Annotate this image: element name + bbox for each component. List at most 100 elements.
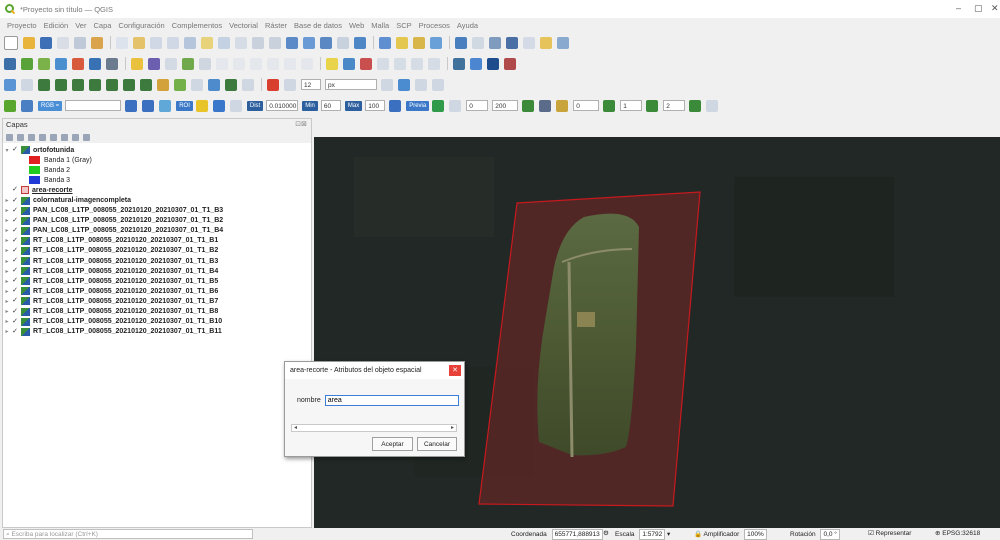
menu-scp[interactable]: SCP — [396, 21, 411, 30]
scroll-left-icon[interactable]: ◂ — [294, 425, 297, 431]
label-show-icon[interactable] — [360, 57, 372, 70]
add-polygon-icon[interactable] — [182, 57, 194, 70]
new-project-icon[interactable] — [4, 35, 18, 50]
georef-icon[interactable] — [398, 78, 410, 91]
label-pin-icon[interactable] — [343, 57, 355, 70]
scp-remove-temp-icon[interactable] — [522, 99, 535, 112]
layer-visibility-checkbox[interactable]: ✓ — [11, 217, 19, 225]
diagram-icon[interactable] — [428, 57, 440, 70]
select-by-value-icon[interactable] — [430, 36, 442, 49]
add-part-icon[interactable] — [106, 78, 118, 91]
temporal-controller-icon[interactable] — [337, 36, 349, 49]
scp-local-cumulative-icon[interactable] — [142, 99, 155, 112]
layer-visibility-checkbox[interactable]: ✓ — [11, 297, 19, 305]
scp-add-roi-icon[interactable] — [212, 99, 225, 112]
scp-tool-icon[interactable] — [504, 57, 516, 70]
label-rotate-icon[interactable] — [394, 57, 406, 70]
zoom-native-icon[interactable] — [235, 36, 247, 49]
zoom-layer-icon[interactable] — [218, 36, 230, 49]
scp-next-band-icon[interactable] — [603, 99, 616, 112]
layer-row[interactable]: ▸ ✓ RT_LC08_L1TP_008055_20210120_20210307_… — [3, 236, 311, 246]
menu-base-de-datos[interactable]: Base de datos — [294, 21, 342, 30]
topology-icon[interactable] — [55, 78, 67, 91]
refresh-icon[interactable] — [354, 36, 366, 49]
add-virtual-layer-icon[interactable] — [106, 57, 118, 70]
layer-visibility-checkbox[interactable]: ✓ — [11, 186, 19, 194]
menu-vectorial[interactable]: Vectorial — [229, 21, 258, 30]
deselect-icon[interactable] — [413, 36, 425, 49]
minimize-button[interactable]: – — [956, 3, 961, 13]
add-raster-layer-icon[interactable] — [38, 57, 50, 70]
statistics-icon[interactable] — [506, 36, 518, 49]
scp-dock-icon[interactable] — [487, 57, 499, 70]
menu-ayuda[interactable]: Ayuda — [457, 21, 478, 30]
geo-link-icon[interactable] — [381, 78, 393, 91]
delete-ring-icon[interactable] — [140, 78, 152, 91]
add-delimited-text-icon[interactable] — [72, 57, 84, 70]
label-toolbar-icon[interactable] — [326, 57, 338, 70]
paste-features-icon[interactable] — [267, 57, 279, 70]
annotation-icon[interactable] — [540, 36, 552, 49]
expand-arrow-icon[interactable]: ▸ — [3, 288, 11, 295]
delete-selected-icon[interactable] — [216, 57, 228, 70]
crs-icon[interactable]: ⊕ — [935, 530, 940, 537]
add-group-icon[interactable] — [17, 133, 24, 141]
close-button[interactable]: ✕ — [991, 3, 999, 14]
scp-next-band3-icon[interactable] — [689, 99, 702, 112]
menu-web[interactable]: Web — [349, 21, 364, 30]
digitize-advanced-icon[interactable] — [4, 78, 16, 91]
expand-arrow-icon[interactable]: ▸ — [3, 247, 11, 254]
scp-next-band2-icon[interactable] — [646, 99, 659, 112]
layer-row[interactable]: ▸ ✓ RT_LC08_L1TP_008055_20210120_20210307_… — [3, 317, 311, 327]
show-bookmarks-icon[interactable] — [320, 36, 332, 49]
fill-ring-icon[interactable] — [123, 78, 135, 91]
menu-capa[interactable]: Capa — [93, 21, 111, 30]
data-source-manager-icon[interactable] — [4, 57, 16, 70]
new-map-view-icon[interactable] — [286, 36, 298, 49]
field-calculator-icon[interactable] — [489, 36, 501, 49]
collapse-arrow-icon[interactable]: ▾ — [3, 147, 11, 154]
layer-row[interactable]: ▸ ✓ RT_LC08_L1TP_008055_20210120_20210307_… — [3, 246, 311, 256]
menu-configuracion[interactable]: Configuración — [118, 21, 164, 30]
map-tips-icon[interactable] — [523, 36, 535, 49]
menu-procesos[interactable]: Procesos — [419, 21, 450, 30]
measure-icon[interactable] — [455, 36, 467, 49]
layer-visibility-checkbox[interactable]: ✓ — [11, 227, 19, 235]
zoom-out-icon[interactable] — [167, 36, 179, 49]
layer-visibility-checkbox[interactable]: ✓ — [11, 308, 19, 316]
simplify-icon[interactable] — [72, 78, 84, 91]
layer-row[interactable]: Banda 3 — [3, 175, 311, 185]
layer-row[interactable]: Banda 1 (Gray) — [3, 155, 311, 165]
unit-dropdown[interactable]: px — [325, 79, 377, 90]
dialog-scrollbar[interactable]: ◂ ▸ — [291, 424, 457, 432]
copy-features-icon[interactable] — [250, 57, 262, 70]
open-styling-icon[interactable] — [6, 133, 13, 141]
max-spinbox[interactable]: 100 — [365, 100, 386, 111]
scp-redo-roi-icon[interactable] — [229, 99, 242, 112]
coordinate-field[interactable]: 655771,888913 — [551, 529, 603, 540]
manage-themes-icon[interactable] — [28, 133, 35, 141]
label-move-icon[interactable] — [377, 57, 389, 70]
menu-edicion[interactable]: Edición — [44, 21, 69, 30]
layout-manager-icon[interactable] — [74, 36, 86, 49]
layer-row[interactable]: ▸ ✓ colornatural-imagencompleta — [3, 195, 311, 205]
panel-close-icon[interactable]: ⊡⊠ — [295, 119, 307, 131]
delete-icon[interactable] — [415, 78, 427, 91]
menu-proyecto[interactable]: Proyecto — [7, 21, 37, 30]
expand-arrow-icon[interactable]: ▸ — [3, 328, 11, 335]
layer-row[interactable]: ▸ ✓ RT_LC08_L1TP_008055_20210120_20210307_… — [3, 276, 311, 286]
settings-extra-icon[interactable] — [432, 78, 444, 91]
menu-raster[interactable]: Ráster — [265, 21, 287, 30]
layer-visibility-checkbox[interactable]: ✓ — [11, 318, 19, 326]
scp-zoom-icon[interactable] — [21, 99, 33, 112]
s-spinbox[interactable]: 200 — [492, 100, 519, 111]
merge-features-icon[interactable] — [208, 78, 220, 91]
open-project-icon[interactable] — [23, 36, 35, 49]
min-spinbox[interactable]: 60 — [320, 100, 341, 111]
scroll-right-icon[interactable]: ▸ — [451, 425, 454, 431]
expand-arrow-icon[interactable]: ▸ — [3, 237, 11, 244]
filter-legend-icon[interactable] — [39, 133, 46, 141]
expand-arrow-icon[interactable]: ▸ — [3, 268, 11, 275]
map-canvas[interactable] — [314, 137, 1000, 528]
style-manager-icon[interactable] — [91, 36, 103, 49]
